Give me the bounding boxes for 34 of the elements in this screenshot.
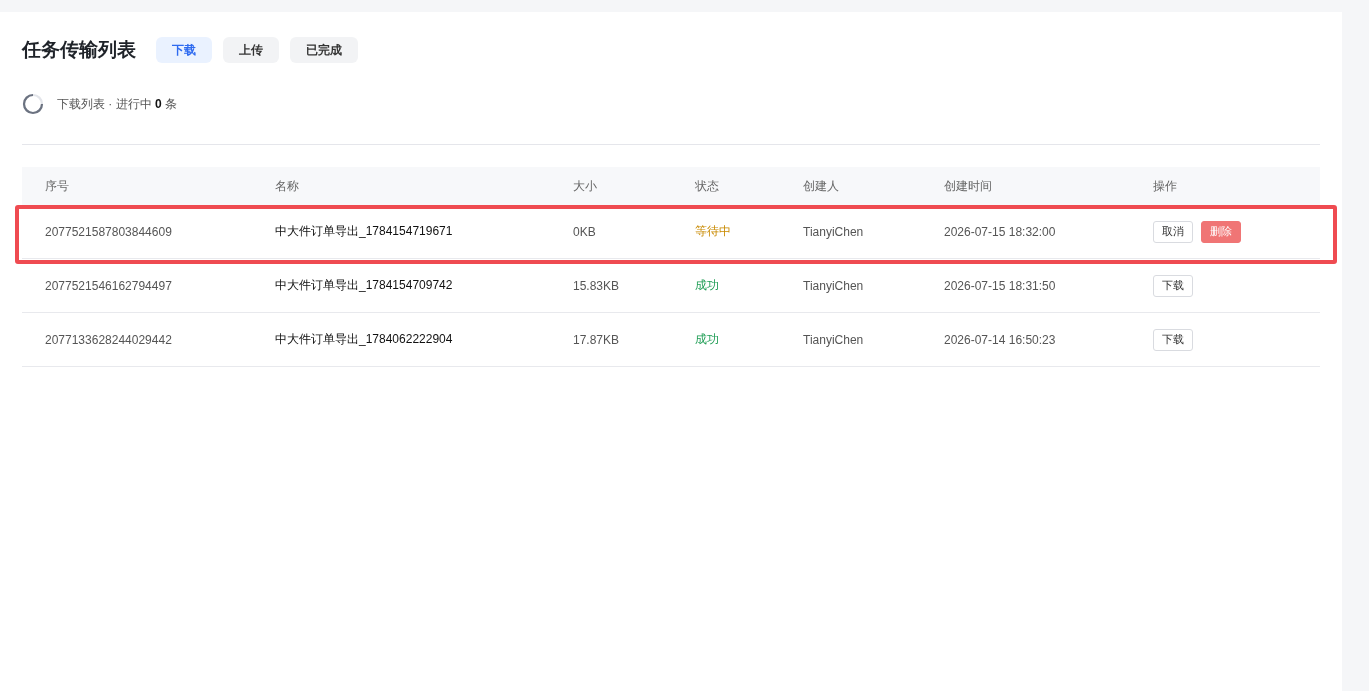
table-cell-text: TianyiChen [803, 332, 865, 347]
table-cell-text: 中大件订单导出_1784154709742 [275, 277, 454, 294]
column-header: 大小 [573, 177, 598, 195]
table-cell-text: 2026-07-15 18:32:00 [944, 224, 1057, 239]
table-cell-text: 2026-07-14 16:50:23 [944, 332, 1057, 347]
column-header: 状态 [695, 177, 720, 195]
column-header: 名称 [275, 177, 300, 195]
page-title: 任务传输列表 [22, 38, 136, 62]
status-text: 成功 [695, 331, 720, 348]
table-cell-text: 15.83KB [573, 278, 621, 293]
table-cell-text: 中大件订单导出_1784154719671 [275, 223, 454, 240]
table-cell-text: 2077521587803844609 [45, 224, 173, 239]
column-header: 序号 [45, 177, 70, 195]
table-cell-text: 2077133628244029442 [45, 332, 173, 347]
table-cell-text: 0KB [573, 224, 597, 239]
table-cell-text: 2026-07-15 18:31:50 [944, 278, 1057, 293]
tab[interactable]: 上传 [223, 37, 279, 63]
status-text: 成功 [695, 277, 720, 294]
download-summary: 下载列表 · 进行中 0 条 [57, 95, 178, 113]
loading-spinner-icon [22, 93, 44, 115]
column-header: 操作 [1153, 177, 1178, 195]
action-button[interactable]: 下载 [1153, 328, 1193, 351]
status-text: 等待中 [695, 223, 732, 240]
table-cell-text: TianyiChen [803, 278, 865, 293]
table-cell-text: 中大件订单导出_1784062222904 [275, 331, 454, 348]
column-header: 创建时间 [944, 177, 993, 195]
table-cell-text: 17.87KB [573, 332, 621, 347]
action-button[interactable]: 下载 [1153, 274, 1193, 297]
table-cell-text: TianyiChen [803, 224, 865, 239]
action-button[interactable]: 取消 [1153, 220, 1193, 243]
table-cell-text: 2077521546162794497 [45, 278, 173, 293]
tab[interactable]: 已完成 [290, 37, 358, 63]
column-header: 创建人 [803, 177, 840, 195]
tab[interactable]: 下载 [156, 37, 212, 63]
